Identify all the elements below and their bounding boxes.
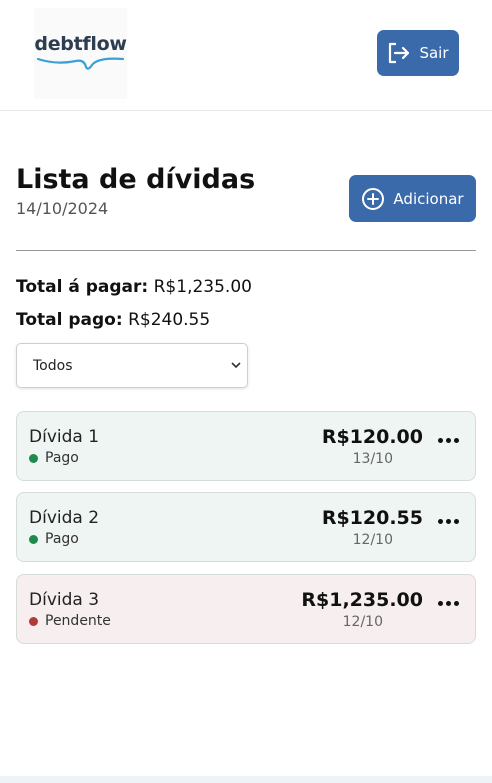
total-paid: Total pago: R$240.55 (16, 310, 210, 330)
status-filter-select[interactable]: Todos (16, 343, 248, 388)
more-options-icon[interactable] (438, 519, 459, 524)
logout-icon (389, 42, 410, 64)
app-header: debtflow Sair (0, 0, 492, 111)
logout-button[interactable]: Sair (377, 30, 459, 76)
debt-card[interactable]: Dívida 1 Pago R$120.00 13/10 (16, 411, 476, 481)
logo-wave-icon (36, 57, 125, 70)
debt-due-date: 12/10 (352, 532, 393, 548)
logout-label: Sair (419, 44, 449, 62)
debt-card[interactable]: Dívida 2 Pago R$120.55 12/10 (16, 492, 476, 562)
total-paid-label: Total pago: (16, 310, 123, 330)
total-to-pay-label: Total á pagar: (16, 277, 149, 297)
debt-status: Pago (29, 450, 79, 466)
debt-amount: R$1,235.00 (301, 589, 423, 611)
debt-status-label: Pendente (45, 613, 111, 629)
debt-due-date: 13/10 (352, 451, 393, 467)
total-to-pay-value: R$1,235.00 (153, 277, 252, 297)
debt-status: Pendente (29, 613, 111, 629)
debt-name: Dívida 3 (29, 590, 100, 610)
debt-amount: R$120.00 (321, 426, 423, 448)
add-debt-button[interactable]: Adicionar (349, 175, 476, 222)
debt-card[interactable]: Dívida 3 Pendente R$1,235.00 12/10 (16, 574, 476, 644)
logo: debtflow (34, 8, 127, 99)
debt-due-date: 12/10 (342, 614, 383, 630)
status-dot-icon (29, 534, 38, 544)
debt-status-label: Pago (45, 450, 79, 466)
plus-circle-icon (362, 187, 385, 210)
footer-strip (0, 776, 492, 783)
page-title: Lista de dívidas (16, 164, 256, 195)
total-to-pay: Total á pagar: R$1,235.00 (16, 277, 252, 297)
more-options-icon[interactable] (438, 438, 459, 443)
total-paid-value: R$240.55 (128, 310, 211, 330)
status-dot-icon (29, 616, 38, 626)
divider (16, 250, 476, 251)
logo-text: debtflow (34, 33, 127, 55)
status-dot-icon (29, 453, 38, 463)
debt-amount: R$120.55 (321, 507, 423, 529)
debt-status: Pago (29, 531, 79, 547)
debt-status-label: Pago (45, 531, 79, 547)
add-debt-label: Adicionar (393, 189, 464, 208)
debt-name: Dívida 1 (29, 427, 100, 447)
chevron-down-icon (231, 362, 241, 369)
debt-name: Dívida 2 (29, 508, 100, 528)
page-date: 14/10/2024 (16, 199, 109, 218)
status-filter-value: Todos (33, 357, 73, 374)
more-options-icon[interactable] (438, 601, 459, 606)
